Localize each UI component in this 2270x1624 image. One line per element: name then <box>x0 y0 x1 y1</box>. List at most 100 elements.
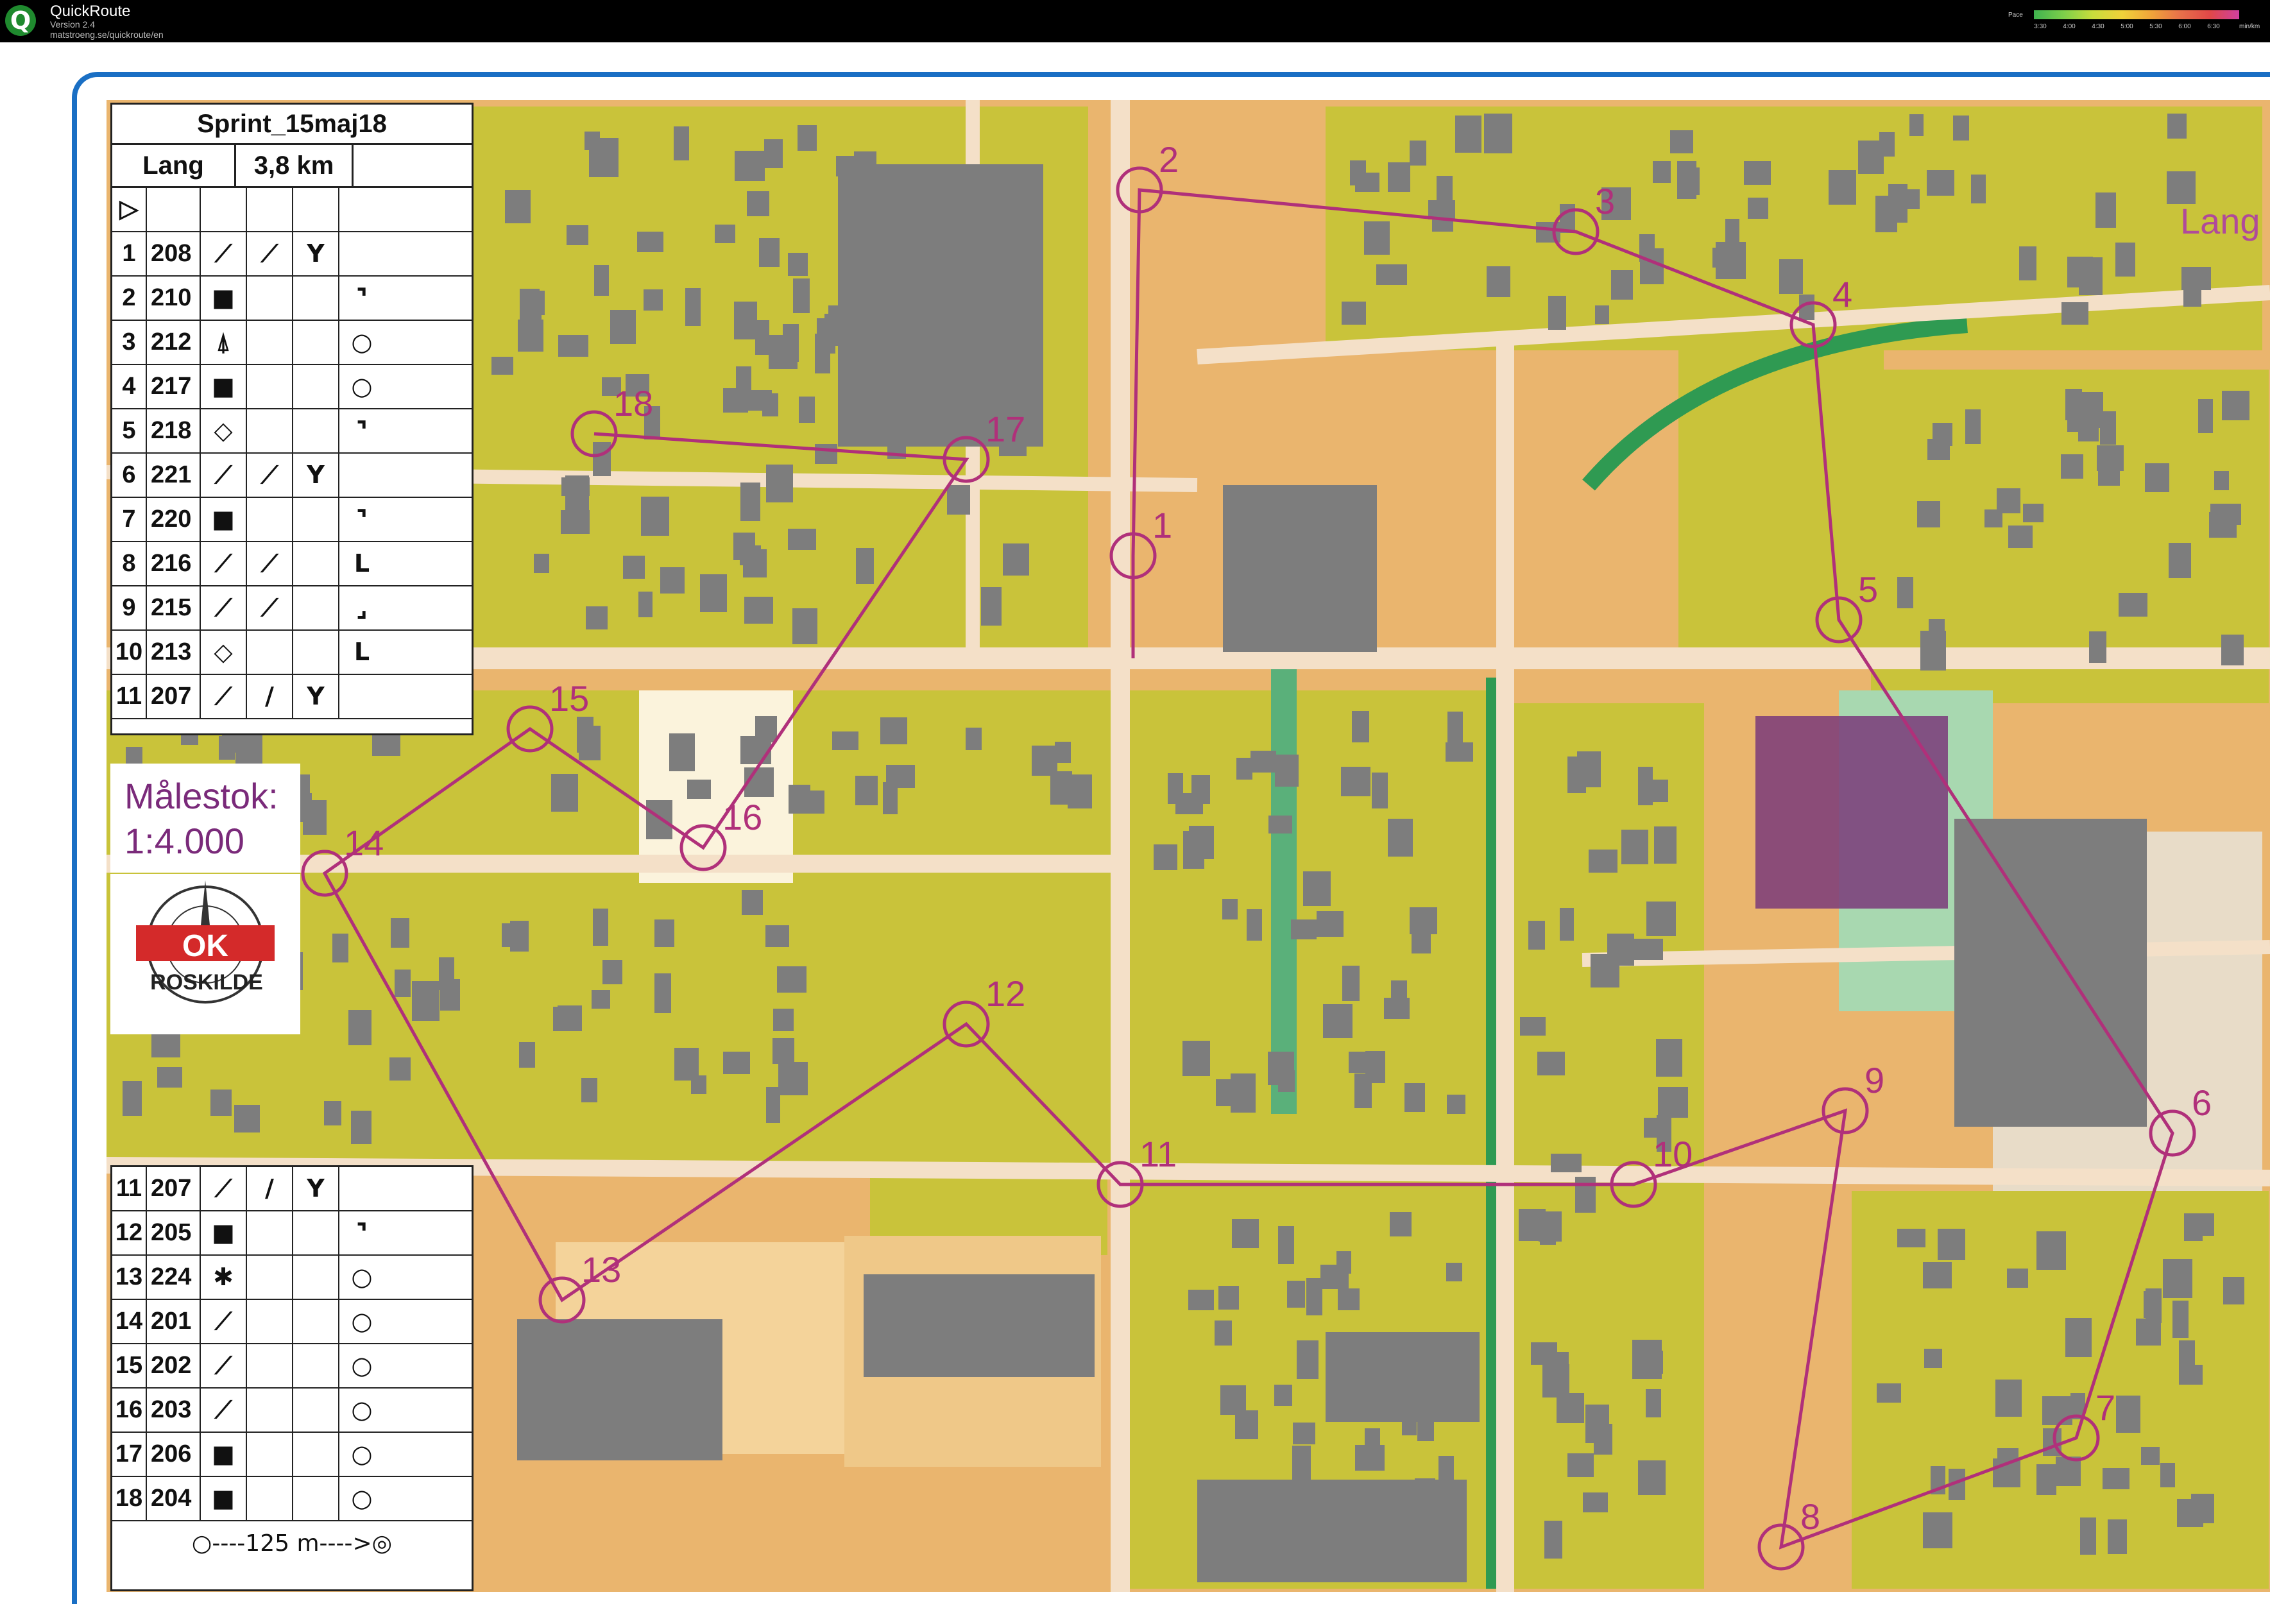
control-symbol: ⟋ <box>247 454 293 497</box>
house <box>742 890 763 915</box>
house <box>579 726 601 760</box>
house <box>1376 264 1407 285</box>
control-symbol: ⌝ <box>356 416 368 445</box>
house <box>1748 198 1768 219</box>
house <box>1594 1424 1612 1455</box>
house <box>1218 1286 1239 1310</box>
pace-tick: 4:30 <box>2092 23 2104 30</box>
house <box>815 444 837 464</box>
control-code: 208 <box>147 232 201 275</box>
course-distance: 3,8 km <box>236 145 354 186</box>
pace-tick: 4:00 <box>2063 23 2076 30</box>
control-symbol: ⍋ <box>201 321 247 364</box>
control-symbol: ⟋ <box>247 542 293 585</box>
control-number: 11 <box>112 1167 147 1210</box>
control-number-label: 9 <box>1865 1060 1885 1100</box>
control-row: 8 216 ⟋ ⟋ L <box>112 542 472 586</box>
control-row: 2 210 ■ ⌝ <box>112 277 472 321</box>
house <box>502 923 524 947</box>
house <box>1292 1446 1311 1485</box>
house <box>1341 767 1370 796</box>
control-symbol: ○ <box>351 328 373 356</box>
house <box>2222 391 2249 420</box>
control-symbol <box>339 454 384 497</box>
house <box>1412 932 1431 953</box>
house <box>1607 934 1634 966</box>
control-code: 213 <box>147 631 201 674</box>
control-symbol: / <box>247 675 293 718</box>
house <box>1917 501 1940 527</box>
control-number-label: 18 <box>613 383 654 423</box>
control-symbol: ⟋ <box>201 1300 247 1343</box>
control-number: 4 <box>112 365 147 408</box>
house <box>654 973 671 1013</box>
building <box>864 1274 1095 1377</box>
course-name: Lang <box>2180 201 2260 241</box>
house <box>1268 816 1292 833</box>
house <box>747 191 769 216</box>
house <box>2119 593 2147 617</box>
house <box>2145 463 2169 492</box>
control-number-label: 3 <box>1595 181 1616 221</box>
control-symbol: ⟋ <box>201 586 247 629</box>
house <box>1372 1368 1403 1405</box>
house <box>1297 1340 1318 1379</box>
control-symbol: ⟋ <box>247 586 293 629</box>
control-symbol: Y <box>293 1167 339 1210</box>
house <box>880 717 907 744</box>
control-symbol <box>247 1256 293 1299</box>
house <box>1278 1226 1294 1264</box>
control-number: 14 <box>112 1300 147 1343</box>
house <box>1175 793 1203 814</box>
house <box>855 776 878 805</box>
pace-tick: 6:30 <box>2207 23 2220 30</box>
house <box>950 202 969 229</box>
house <box>773 1009 794 1031</box>
house <box>928 182 944 200</box>
house <box>1537 1052 1565 1075</box>
house <box>1634 939 1663 960</box>
house <box>565 475 589 515</box>
control-symbol <box>247 631 293 674</box>
control-row: 11 207 ⟋ / Y <box>112 1167 472 1211</box>
control-number: 7 <box>112 498 147 541</box>
house <box>1927 170 1954 196</box>
house <box>412 981 439 1021</box>
control-row: 16 203 ⟋ ○ <box>112 1389 472 1433</box>
house <box>854 151 876 175</box>
house <box>1231 1073 1256 1113</box>
house <box>2023 504 2044 522</box>
house <box>1189 826 1214 859</box>
control-rows-top: 1 208 ⟋ ⟋ Y 2 210 ■ ⌝ 3 212 ⍋ ○ 4 217 ■ ○ 5 218 ◇ ⌝ 6 221 ⟋ ⟋ Y 7 2… <box>112 232 472 719</box>
control-number-label: 6 <box>2192 1082 2212 1123</box>
house <box>1417 1406 1434 1441</box>
house <box>2036 1464 2056 1495</box>
control-code: 216 <box>147 542 201 585</box>
house <box>685 288 701 326</box>
house <box>1583 1492 1608 1512</box>
house <box>766 1087 780 1123</box>
house <box>2209 512 2237 538</box>
control-symbol <box>293 1256 339 1299</box>
pace-tick: 5:00 <box>2121 23 2133 30</box>
house <box>815 334 830 373</box>
house <box>941 420 964 440</box>
house <box>1293 1423 1315 1444</box>
house <box>440 979 460 1011</box>
house <box>1021 370 1036 397</box>
house <box>1560 908 1574 941</box>
house <box>1352 711 1369 742</box>
house <box>1953 115 1969 141</box>
control-number-label: 16 <box>722 797 763 837</box>
building <box>1954 819 2147 1127</box>
control-symbol <box>247 1344 293 1387</box>
house <box>1342 302 1366 325</box>
control-number-label: 1 <box>1152 505 1173 545</box>
house <box>1544 1521 1562 1559</box>
control-description-card: Sprint_15maj18 Lang 3,8 km ▷ 1 208 ⟋ ⟋ Y 2 210… <box>110 103 474 735</box>
house <box>1247 909 1262 941</box>
control-symbol <box>293 1433 339 1476</box>
house <box>1068 774 1092 808</box>
house <box>2141 1447 2160 1465</box>
house <box>1447 712 1463 744</box>
